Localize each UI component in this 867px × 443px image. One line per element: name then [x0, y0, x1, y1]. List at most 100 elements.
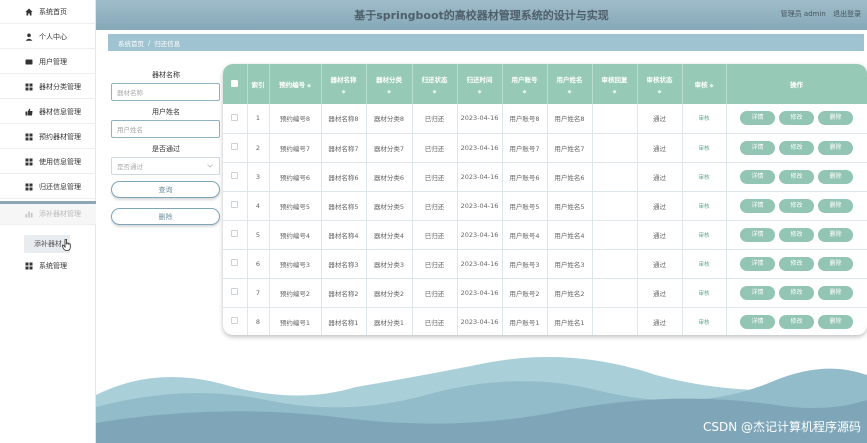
sort-icon[interactable]: ◆	[322, 89, 366, 95]
audit-link[interactable]: 审核	[698, 204, 709, 210]
row-checkbox[interactable]	[231, 317, 239, 324]
audit-link[interactable]: 审核	[698, 291, 709, 297]
equipment-name-input[interactable]: 器材名称	[111, 83, 220, 101]
delete-button[interactable]: 删除	[818, 140, 853, 155]
audit-link[interactable]: 审核	[698, 262, 709, 268]
sidebar-item-home[interactable]: 系统首页	[0, 0, 96, 24]
sidebar-item-usage[interactable]: 使用信息管理	[0, 150, 96, 174]
column-header-sortable[interactable]: 审核 ◆	[682, 64, 727, 104]
sort-icon[interactable]: ◆	[638, 89, 682, 95]
sidebar-item-booking[interactable]: 预约器材管理	[0, 125, 96, 149]
column-header-sortable[interactable]: 审核状态 ◆	[637, 64, 683, 104]
sidebar-item-equipment-info[interactable]: 器材信息管理	[0, 100, 96, 124]
sidebar-item-users[interactable]: 用户管理	[0, 50, 96, 74]
detail-button[interactable]: 详情	[740, 227, 775, 242]
row-checkbox-cell[interactable]	[223, 249, 248, 279]
row-checkbox[interactable]	[231, 230, 239, 237]
row-checkbox[interactable]	[231, 259, 239, 266]
select-all-checkbox[interactable]	[231, 79, 239, 87]
row-checkbox-cell[interactable]	[223, 133, 248, 163]
query-button[interactable]: 查询	[111, 181, 220, 198]
sort-icon[interactable]: ◆	[307, 83, 311, 89]
delete-button[interactable]: 删除	[818, 111, 853, 126]
column-header-label: 预约编号	[279, 81, 306, 89]
submenu-item-supplement[interactable]: 添补器材	[0, 233, 96, 255]
sort-icon[interactable]: ◆	[458, 89, 502, 95]
detail-button[interactable]: 详情	[740, 198, 775, 213]
column-header-sortable[interactable]: 预约编号 ◆	[269, 64, 322, 104]
detail-button[interactable]: 详情	[740, 256, 775, 271]
sort-icon[interactable]: ◆	[710, 83, 714, 89]
sidebar-item-return[interactable]: 归还信息管理	[0, 175, 96, 199]
cell-user-name: 用户姓名4	[547, 220, 593, 250]
sort-icon[interactable]: ◆	[367, 89, 412, 95]
edit-button[interactable]: 修改	[779, 111, 814, 126]
edit-button[interactable]: 修改	[779, 285, 814, 300]
column-header-sortable[interactable]: 审核回复 ◆	[592, 64, 638, 104]
audit-link[interactable]: 审核	[698, 175, 709, 181]
row-checkbox-cell[interactable]	[223, 278, 248, 308]
edit-button[interactable]: 修改	[779, 198, 814, 213]
batch-delete-button[interactable]: 删除	[111, 208, 220, 225]
breadcrumb-home[interactable]: 系统首页	[118, 38, 144, 48]
row-checkbox[interactable]	[231, 201, 239, 208]
logout-link[interactable]: 退出登录	[833, 10, 861, 18]
table-header-row: 索引 预约编号 ◆ 器材名称 ◆ 器材分类 ◆ 归还状态 ◆ 归还时间 ◆ 用户账号 ◆ 用…	[223, 64, 867, 104]
edit-button[interactable]: 修改	[779, 169, 814, 184]
column-header-sortable[interactable]: 归还时间 ◆	[457, 64, 503, 104]
row-checkbox[interactable]	[231, 113, 239, 121]
row-checkbox[interactable]	[231, 288, 239, 295]
cell-index: 4	[247, 191, 270, 221]
audit-link[interactable]: 审核	[698, 146, 709, 152]
column-header-sortable[interactable]: 器材分类 ◆	[366, 64, 413, 104]
edit-button[interactable]: 修改	[779, 140, 814, 155]
detail-button[interactable]: 详情	[740, 285, 775, 300]
audit-link[interactable]: 审核	[698, 233, 709, 239]
column-header-sortable[interactable]: 用户姓名 ◆	[547, 64, 593, 104]
delete-button[interactable]: 删除	[818, 314, 853, 329]
breadcrumb-separator: /	[148, 38, 151, 47]
row-checkbox[interactable]	[231, 172, 239, 179]
delete-button[interactable]: 删除	[818, 169, 853, 184]
detail-button[interactable]: 详情	[740, 111, 775, 126]
sidebar-item-profile[interactable]: 个人中心	[0, 25, 96, 49]
column-header-sortable[interactable]: 用户账号 ◆	[502, 64, 548, 104]
sidebar-item-equipment-category[interactable]: 器材分类管理	[0, 75, 96, 99]
sidebar-item-system[interactable]: 系统管理	[0, 254, 96, 278]
detail-button[interactable]: 详情	[740, 140, 775, 155]
row-checkbox-cell[interactable]	[223, 104, 248, 134]
audit-link[interactable]: 审核	[698, 320, 709, 326]
row-checkbox-cell[interactable]	[223, 162, 248, 192]
row-checkbox-cell[interactable]	[223, 191, 248, 221]
edit-button[interactable]: 修改	[779, 314, 814, 329]
delete-button[interactable]: 删除	[818, 285, 853, 300]
row-checkbox-cell[interactable]	[223, 307, 248, 335]
sort-icon[interactable]: ◆	[548, 89, 592, 95]
detail-button[interactable]: 详情	[740, 314, 775, 329]
cell-reply	[592, 307, 638, 335]
select-all-cell[interactable]	[223, 64, 248, 104]
sidebar-item-label: 使用信息管理	[39, 157, 81, 166]
delete-button[interactable]: 删除	[818, 256, 853, 271]
delete-button[interactable]: 删除	[818, 227, 853, 242]
column-header-label: 归还状态	[421, 75, 448, 84]
sidebar-item-supplement[interactable]: 添补器材管理	[0, 201, 96, 225]
row-checkbox-cell[interactable]	[223, 220, 248, 250]
sort-icon[interactable]: ◆	[593, 89, 637, 95]
sort-icon[interactable]: ◆	[413, 89, 457, 95]
column-header-sortable[interactable]: 器材名称 ◆	[321, 64, 367, 104]
row-checkbox[interactable]	[231, 143, 239, 150]
edit-button[interactable]: 修改	[779, 256, 814, 271]
column-header-sortable[interactable]: 归还状态 ◆	[412, 64, 458, 104]
sort-icon[interactable]: ◆	[503, 89, 547, 95]
detail-button[interactable]: 详情	[740, 169, 775, 184]
cell-return-status: 已归还	[412, 104, 458, 134]
cell-index: 7	[247, 278, 270, 308]
passed-select[interactable]: 是否通过	[111, 157, 220, 175]
audit-link[interactable]: 审核	[698, 116, 709, 122]
edit-button[interactable]: 修改	[779, 227, 814, 242]
delete-button[interactable]: 删除	[818, 198, 853, 213]
user-name-input[interactable]: 用户姓名	[111, 120, 220, 138]
column-header-label: 器材分类	[376, 75, 402, 84]
cell-name: 器材名称1	[321, 307, 367, 335]
